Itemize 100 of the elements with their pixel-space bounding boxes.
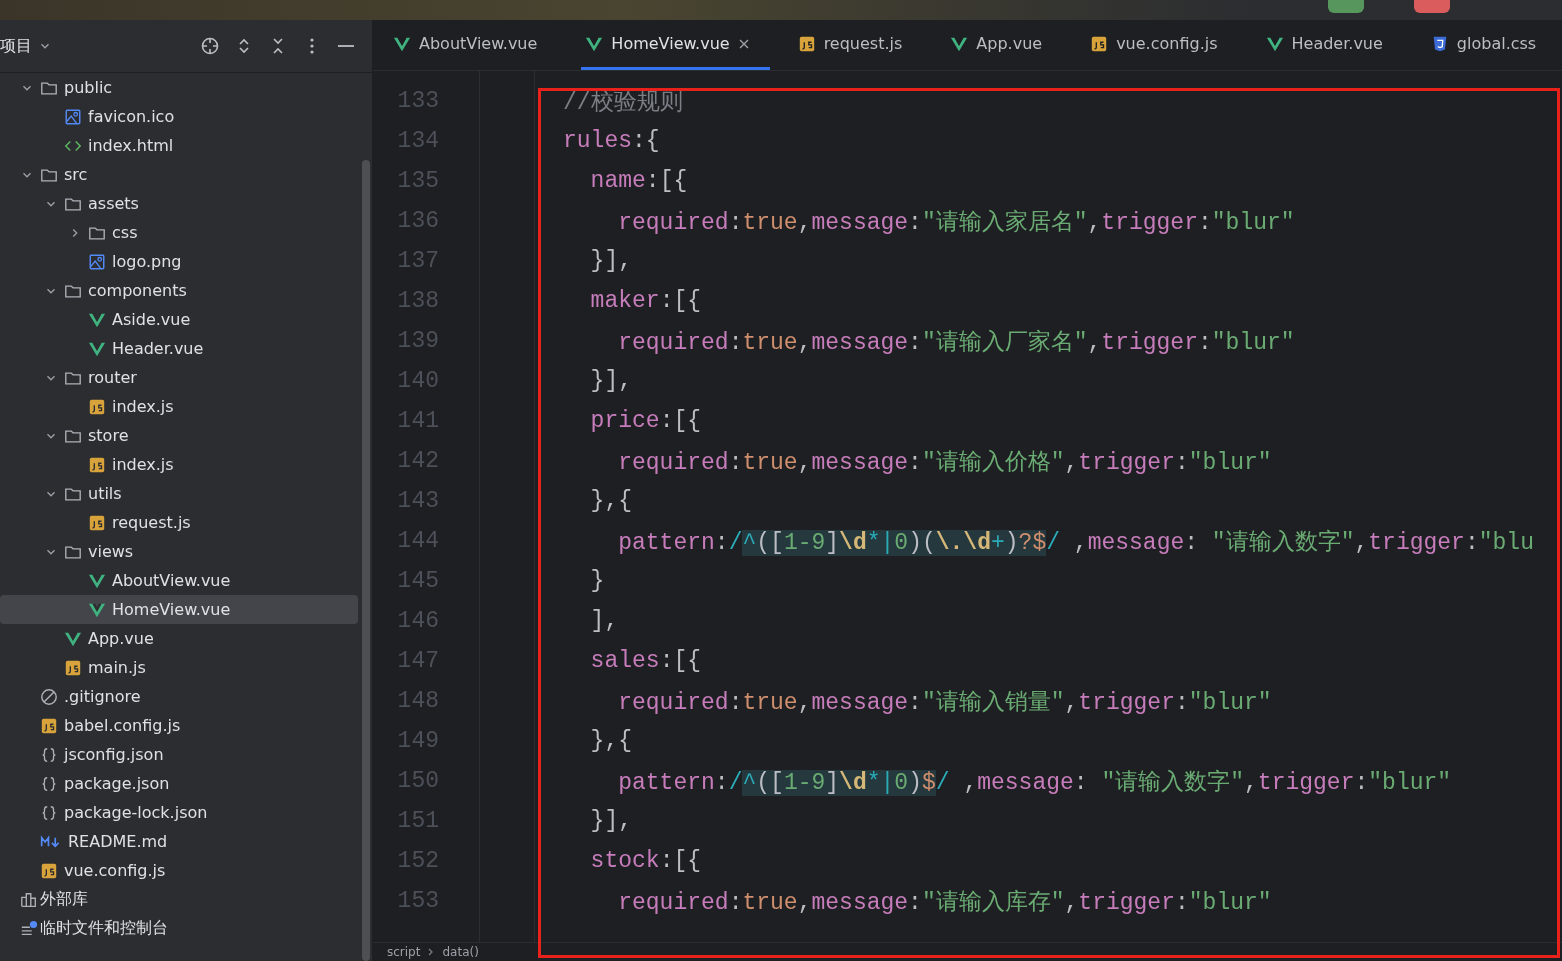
tree-item[interactable]: utils: [0, 479, 358, 508]
tree-item[interactable]: vue.config.js: [0, 856, 358, 885]
code-line: ],: [589, 608, 619, 634]
tree-item[interactable]: 临时文件和控制台: [0, 914, 358, 943]
tree-item[interactable]: Header.vue: [0, 334, 358, 363]
code-line: pattern:/^([1-9]\d*|0)$/ ,message: "请输入数字",trigger:"blur": [617, 768, 1452, 797]
stop-button[interactable]: [1414, 0, 1450, 13]
code-line: }],: [589, 808, 632, 834]
tree-item[interactable]: Aside.vue: [0, 305, 358, 334]
code-line: stock:[{: [589, 848, 702, 874]
file-name: request.js: [112, 513, 191, 532]
tree-item[interactable]: App.vue: [0, 624, 358, 653]
locate-icon[interactable]: [200, 36, 220, 56]
editor-tab[interactable]: request.js: [793, 20, 923, 70]
js-file-icon: [88, 397, 106, 416]
js-file-icon: [64, 658, 82, 677]
code-line: required:true,message:"请输入家居名",trigger:"blur": [617, 208, 1295, 237]
tree-item[interactable]: index.html: [0, 131, 358, 160]
library-icon: [20, 890, 38, 909]
tree-item[interactable]: main.js: [0, 653, 358, 682]
code-line: }],: [589, 248, 632, 274]
code-line: }: [589, 568, 605, 594]
file-name: index.js: [112, 397, 174, 416]
file-name: Aside.vue: [112, 310, 191, 329]
tree-item[interactable]: logo.png: [0, 247, 358, 276]
tree-item[interactable]: css: [0, 218, 358, 247]
file-name: main.js: [88, 658, 146, 677]
tree-item[interactable]: README.md: [0, 827, 358, 856]
scrollbar[interactable]: [362, 160, 370, 961]
tree-item[interactable]: babel.config.js: [0, 711, 358, 740]
tree-item[interactable]: index.js: [0, 392, 358, 421]
file-name: AboutView.vue: [112, 571, 231, 590]
code-line: maker:[{: [589, 288, 702, 314]
file-name: utils: [88, 484, 122, 503]
code-line: pattern:/^([1-9]\d*|0)(\.\d+)?$/ ,message: "请输入数字",trigger:"blu: [617, 528, 1534, 557]
code-line: name:[{: [589, 168, 688, 194]
file-name: .gitignore: [64, 687, 141, 706]
editor-tab[interactable]: AboutView.vue: [389, 20, 558, 70]
braces-icon: [40, 745, 58, 764]
code-line: required:true,message:"请输入价格",trigger:"blur": [617, 448, 1272, 477]
js-file-icon: [40, 716, 58, 735]
ignore-icon: [40, 687, 58, 706]
code-line: required:true,message:"请输入厂家名",trigger:"blur": [617, 328, 1295, 357]
image-icon: [64, 107, 82, 126]
js-file-icon: [88, 455, 106, 474]
code-line: },{: [589, 728, 632, 754]
tree-item[interactable]: public: [0, 73, 358, 102]
tree-label: 临时文件和控制台: [40, 918, 168, 939]
tree-item[interactable]: jsconfig.json: [0, 740, 358, 769]
file-name: index.js: [112, 455, 174, 474]
js-file-icon: [797, 34, 816, 53]
editor-tab[interactable]: Header.vue: [1261, 20, 1403, 70]
file-name: package.json: [64, 774, 170, 793]
tree-item[interactable]: .gitignore: [0, 682, 358, 711]
tree-label: 外部库: [40, 889, 88, 910]
file-name: views: [88, 542, 134, 561]
breadcrumb[interactable]: data(): [442, 945, 479, 959]
file-name: store: [88, 426, 129, 445]
code-line: price:[{: [589, 408, 702, 434]
js-file-icon: [40, 861, 58, 880]
tree-item[interactable]: AboutView.vue: [0, 566, 358, 595]
file-name: Header.vue: [112, 339, 204, 358]
file-name: components: [88, 281, 187, 300]
panel-title[interactable]: 项目: [0, 35, 32, 57]
editor-tab[interactable]: App.vue: [946, 20, 1063, 70]
file-name: favicon.ico: [88, 107, 175, 126]
tree-item[interactable]: src: [0, 160, 358, 189]
code-line: required:true,message:"请输入销量",trigger:"blur": [617, 688, 1272, 717]
tree-item[interactable]: request.js: [0, 508, 358, 537]
tree-item[interactable]: HomeView.vue: [0, 595, 358, 624]
breadcrumb[interactable]: script: [387, 945, 421, 959]
editor-tab[interactable]: global.css: [1426, 20, 1557, 70]
code-line: required:true,message:"请输入库存",trigger:"blur": [617, 888, 1272, 917]
tree-item[interactable]: favicon.ico: [0, 102, 358, 131]
code-line: sales:[{: [589, 648, 702, 674]
close-icon[interactable]: [737, 37, 750, 50]
run-button[interactable]: [1328, 0, 1364, 13]
code-line: }],: [589, 368, 632, 394]
tree-item[interactable]: views: [0, 537, 358, 566]
tree-item[interactable]: assets: [0, 189, 358, 218]
file-name: index.html: [88, 136, 174, 155]
file-name: App.vue: [88, 629, 154, 648]
file-name: logo.png: [112, 252, 182, 271]
tree-item[interactable]: package.json: [0, 769, 358, 798]
tree-item[interactable]: 外部库: [0, 885, 358, 914]
tree-item[interactable]: router: [0, 363, 358, 392]
file-name: babel.config.js: [64, 716, 181, 735]
tree-item[interactable]: index.js: [0, 450, 358, 479]
editor-tab[interactable]: vue.config.js: [1086, 20, 1238, 70]
js-file-icon: [1090, 34, 1109, 53]
code-line: //校验规则: [563, 88, 683, 117]
file-name: README.md: [68, 832, 168, 851]
tree-item[interactable]: store: [0, 421, 358, 450]
tree-item[interactable]: package-lock.json: [0, 798, 358, 827]
image-icon: [88, 252, 106, 271]
scratch-icon: [20, 919, 38, 938]
braces-icon: [40, 774, 58, 793]
file-name: assets: [88, 194, 139, 213]
file-name: css: [112, 223, 138, 242]
tree-item[interactable]: components: [0, 276, 358, 305]
